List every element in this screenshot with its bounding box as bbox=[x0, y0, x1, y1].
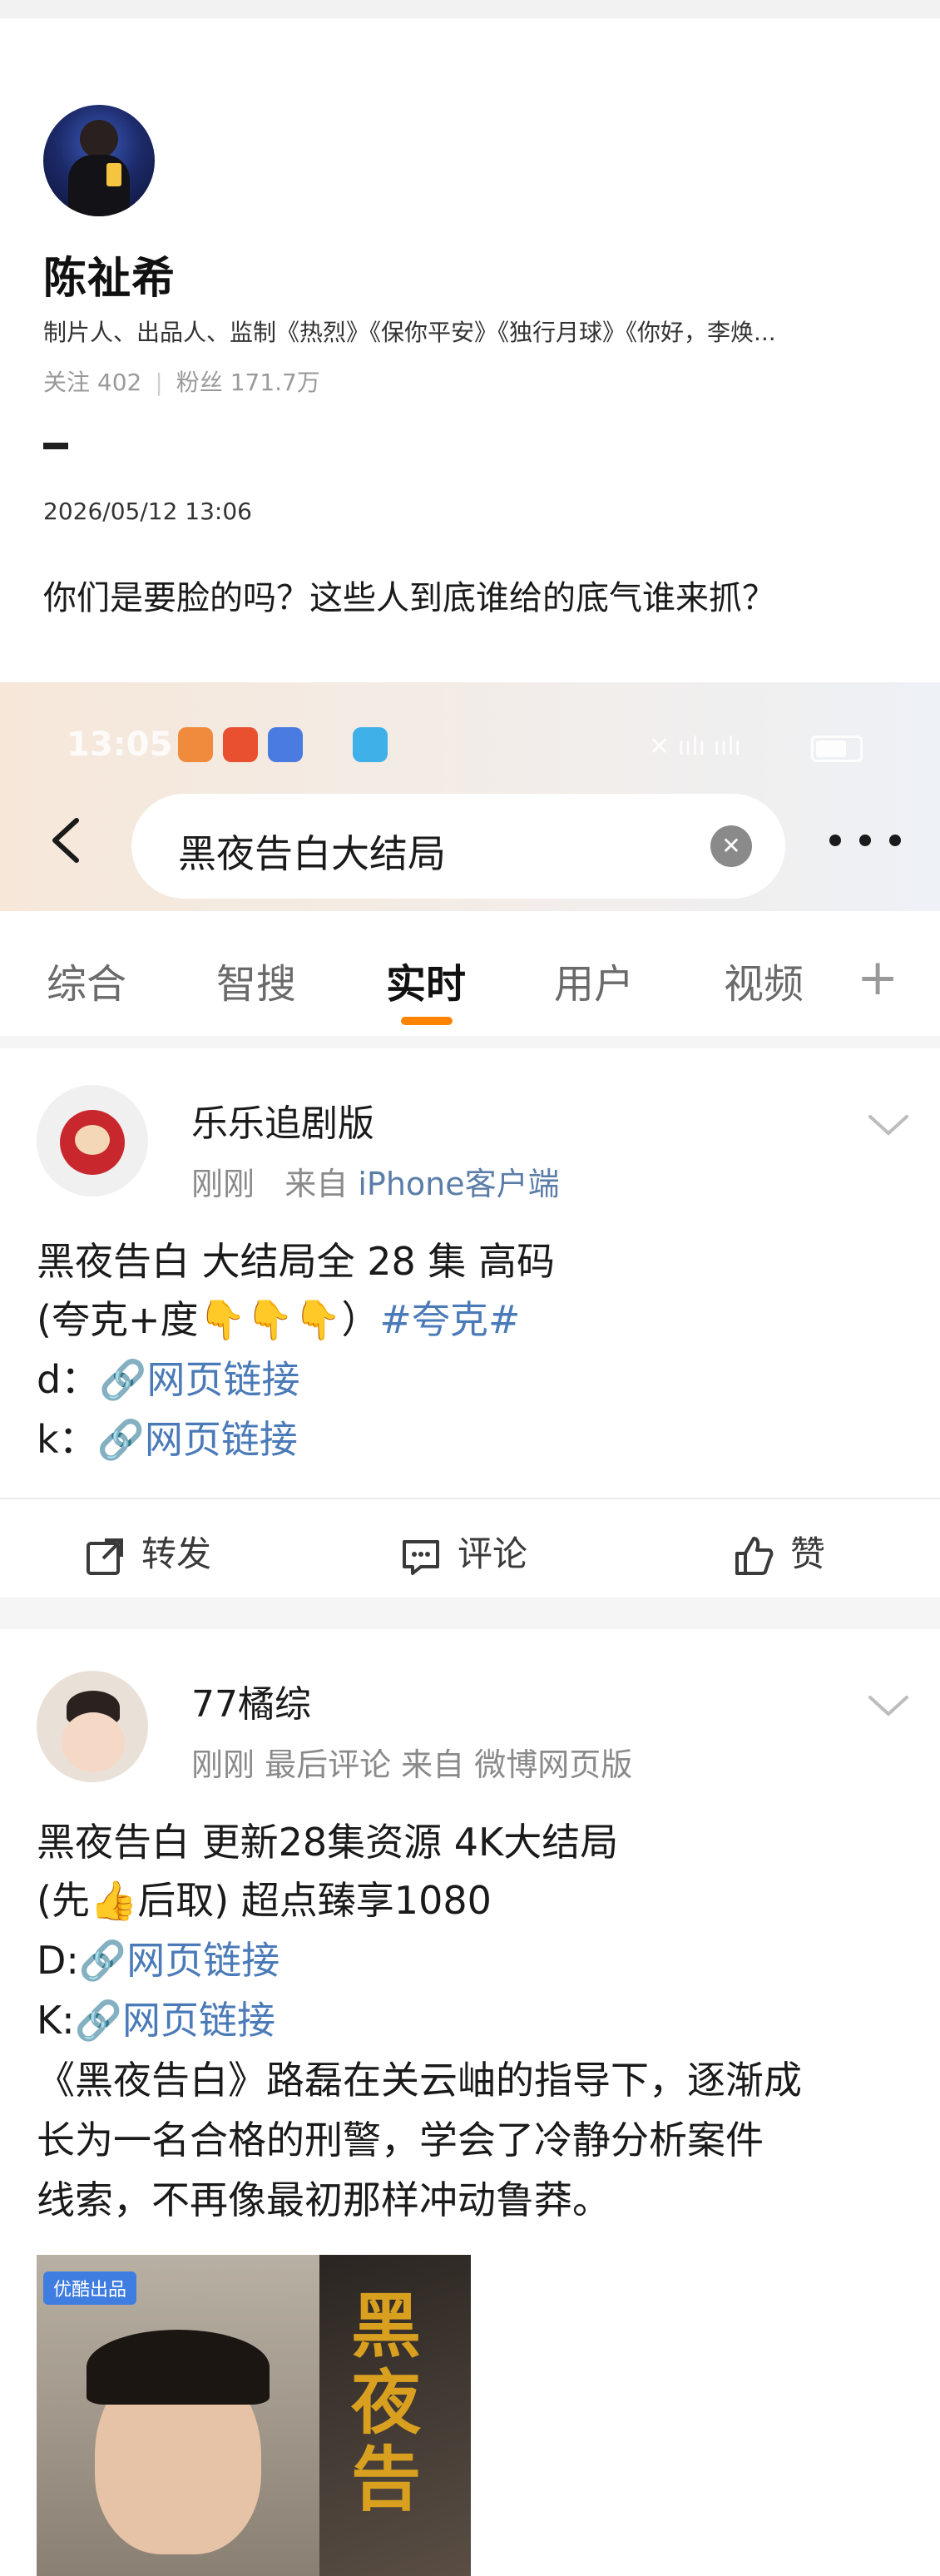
tab-smart-search[interactable]: 智搜 bbox=[216, 951, 296, 1009]
tab-comprehensive[interactable]: 综合 bbox=[47, 951, 126, 1009]
pointing-emoji: 👇👇👇 bbox=[198, 1297, 342, 1342]
post-line: D:🔗网页链接 bbox=[37, 1938, 280, 1983]
comment-icon bbox=[403, 1539, 439, 1575]
post-date: 2026/05/12 13:06 bbox=[43, 498, 252, 525]
post-line: 黑夜告白 大结局全 28 集 高码 bbox=[37, 1239, 556, 1284]
author-avatar[interactable] bbox=[43, 105, 155, 216]
tab-bar: 综合 智搜 实时 用户 视频 bbox=[0, 911, 940, 1036]
tab-realtime[interactable]: 实时 bbox=[386, 951, 466, 1009]
web-link[interactable]: 🔗网页链接 bbox=[99, 1357, 299, 1402]
status-time: 13:05 bbox=[67, 726, 173, 764]
feed-card: 乐乐追剧版 刚刚 来自 iPhone客户端 黑夜告白 大结局全 28 集 高码 … bbox=[0, 1048, 940, 1598]
user-name[interactable]: 77橘综 bbox=[191, 1674, 311, 1727]
poster-image[interactable]: 优酷出品 黑夜告 bbox=[37, 2255, 471, 2576]
post-line: 黑夜告白 更新28集资源 4K大结局 bbox=[37, 1820, 619, 1865]
post-meta: 刚刚 来自 iPhone客户端 bbox=[191, 1158, 560, 1204]
message-icon bbox=[268, 727, 303, 762]
like-button[interactable]: 赞 bbox=[732, 1526, 825, 1578]
post-source[interactable]: iPhone客户端 bbox=[358, 1166, 559, 1202]
post-body: 线索，不再像最初那样冲动鲁莽。 bbox=[37, 2177, 611, 2222]
active-tab-indicator bbox=[401, 1017, 453, 1025]
web-link[interactable]: 🔗网页链接 bbox=[75, 1998, 275, 2043]
post-meta: 刚刚 最后评论 来自 微博网页版 bbox=[191, 1746, 633, 1783]
author-stats: 关注 402 | 粉丝 171.7万 bbox=[43, 369, 320, 396]
user-avatar[interactable] bbox=[37, 1085, 148, 1196]
app-notification-icon bbox=[223, 727, 258, 762]
chevron-down-icon[interactable] bbox=[867, 1692, 910, 1719]
add-tab-icon[interactable]: + bbox=[857, 949, 898, 1007]
post-from: 来自 bbox=[284, 1166, 349, 1202]
action-bar: 转发 评论 赞 bbox=[0, 1498, 940, 1599]
signal-icon: ✕ ıılı ıılı bbox=[649, 732, 741, 761]
post-text: 你们是要脸的吗？这些人到底谁给的底气谁来抓？ bbox=[43, 579, 775, 617]
tab-videos[interactable]: 视频 bbox=[724, 951, 804, 1009]
top-strip bbox=[0, 0, 940, 18]
post-line: d：🔗网页链接 bbox=[37, 1357, 300, 1402]
web-link[interactable]: 🔗网页链接 bbox=[79, 1938, 280, 1983]
clear-icon[interactable]: ✕ bbox=[710, 825, 752, 867]
poster-badge: 优酷出品 bbox=[43, 2271, 137, 2305]
back-icon[interactable] bbox=[43, 815, 93, 865]
web-link[interactable]: 🔗网页链接 bbox=[97, 1417, 298, 1462]
post-time: 刚刚 bbox=[191, 1166, 255, 1202]
post-line: (夸克+度👇👇👇）#夸克# bbox=[37, 1297, 521, 1342]
chevron-down-icon[interactable] bbox=[867, 1112, 910, 1138]
user-avatar[interactable] bbox=[37, 1671, 148, 1782]
post-body: 《黑夜告白》路磊在关云岫的指导下，逐渐成 bbox=[37, 2058, 802, 2103]
post-line: K:🔗网页链接 bbox=[37, 1998, 275, 2043]
search-input[interactable]: 黑夜告白大结局 ✕ bbox=[131, 794, 785, 899]
app-notification-icon bbox=[178, 727, 213, 762]
search-query[interactable]: 黑夜告白大结局 bbox=[178, 824, 446, 879]
thumbs-up-emoji: 👍 bbox=[89, 1878, 138, 1923]
author-name[interactable]: 陈祉希 bbox=[43, 243, 176, 305]
follow-count[interactable]: 关注 402 bbox=[43, 369, 141, 396]
post-line: (先👍后取) 超点臻享1080 bbox=[37, 1878, 492, 1923]
divider-mark bbox=[43, 443, 68, 449]
post-line: k：🔗网页链接 bbox=[37, 1417, 298, 1462]
fans-count[interactable]: 粉丝 171.7万 bbox=[176, 369, 320, 396]
poster-title: 黑夜告 bbox=[351, 2285, 422, 2520]
more-icon[interactable] bbox=[824, 824, 907, 857]
author-bio: 制片人、出品人、监制《热烈》《保你平安》《独行月球》《你好，李焕... bbox=[43, 319, 776, 346]
hashtag-link[interactable]: #夸克# bbox=[379, 1297, 520, 1342]
post-body: 长为一名合格的刑警，学会了冷静分析案件 bbox=[37, 2118, 764, 2162]
thumbs-up-icon bbox=[735, 1536, 774, 1575]
app-notification-icon bbox=[353, 727, 388, 762]
user-name[interactable]: 乐乐追剧版 bbox=[191, 1093, 374, 1147]
comment-button[interactable]: 评论 bbox=[399, 1526, 527, 1578]
repost-button[interactable]: 转发 bbox=[83, 1526, 211, 1578]
battery-icon bbox=[811, 736, 863, 762]
tab-users[interactable]: 用户 bbox=[554, 951, 634, 1009]
repost-icon bbox=[87, 1538, 123, 1575]
